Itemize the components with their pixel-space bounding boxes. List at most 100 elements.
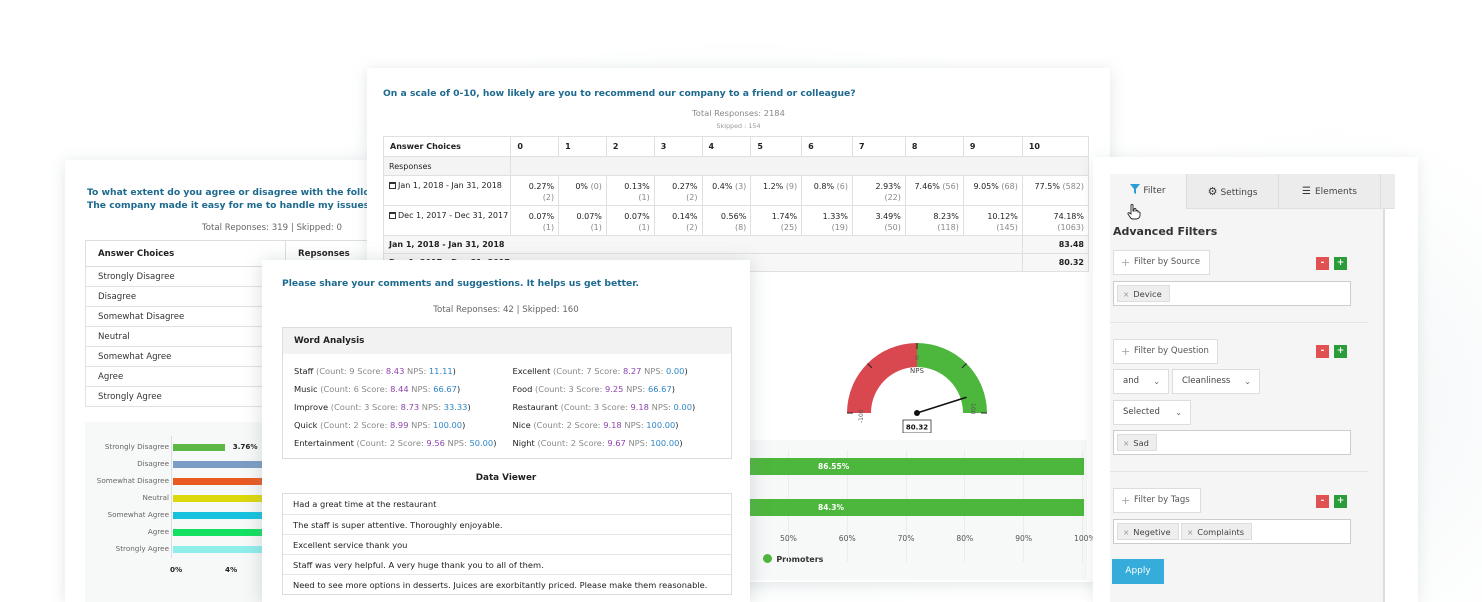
remove-filter-button[interactable]: -: [1316, 257, 1329, 270]
response-cell: 0.14% (2): [653, 205, 703, 236]
response-cell: 77.5% (582): [1021, 175, 1090, 206]
source-tag-input[interactable]: × Device: [1113, 281, 1351, 306]
filter-by-source-button[interactable]: + Filter by Source: [1113, 250, 1210, 275]
response-cell: 0.07% (1): [510, 205, 560, 236]
tag-sad[interactable]: × Sad: [1117, 434, 1157, 451]
question-tag-input[interactable]: × Sad: [1113, 430, 1351, 455]
tag-negative[interactable]: × Negetive: [1117, 523, 1179, 540]
apply-button[interactable]: Apply: [1112, 559, 1164, 584]
bar-category-label: Disagree: [137, 459, 169, 468]
nps-response-table: Answer Choices 0 1 2 3 4 5 6 7 8 9 10 Responses Jan…: [382, 136, 1090, 272]
percent: 0.56%: [720, 212, 747, 221]
response-cell: 1.2% (9): [750, 175, 803, 206]
bar: [173, 444, 225, 451]
col-score-10: 10: [1021, 136, 1090, 157]
divider: [1110, 322, 1368, 323]
word-item[interactable]: Nice (Count: 2 Score: 9.18 NPS: 100.00): [513, 416, 732, 434]
comment-item[interactable]: Excellent service thank you: [283, 534, 731, 554]
comment-item[interactable]: Need to see more options in desserts. Ju…: [283, 574, 731, 594]
divider: [1110, 471, 1368, 472]
conjunction-select[interactable]: and ⌄: [1113, 369, 1169, 394]
percent: 0.07%: [576, 212, 602, 221]
remove-tag-icon[interactable]: ×: [1123, 290, 1129, 299]
word-nps: 0.00: [665, 366, 685, 376]
add-filter-button[interactable]: +: [1334, 495, 1347, 508]
percent: 0%: [575, 182, 589, 191]
response-cell: 0.4% (3): [701, 175, 752, 206]
word-score: 9.18: [603, 420, 622, 430]
percent: 9.05%: [973, 182, 999, 191]
col-score-7: 7: [852, 136, 906, 157]
x-tick-label: 0%: [170, 565, 183, 574]
percent: 7.46%: [914, 182, 940, 191]
col-score-6: 6: [801, 136, 853, 157]
question-select[interactable]: Cleanliness ⌄: [1172, 369, 1260, 394]
tag-complaints[interactable]: × Complaints: [1181, 523, 1253, 540]
response-cell: 1.74% (25): [750, 205, 803, 236]
remove-filter-button[interactable]: -: [1316, 345, 1329, 358]
tags-tag-input[interactable]: × Negetive × Complaints: [1113, 519, 1351, 544]
remove-tag-icon[interactable]: ×: [1123, 528, 1129, 537]
word-analysis-title: Word Analysis: [283, 328, 731, 354]
word-item[interactable]: Night (Count: 2 Score: 9.67 NPS: 100.00): [513, 434, 732, 452]
word-item[interactable]: Food (Count: 3 Score: 9.25 NPS: 66.67): [513, 380, 732, 398]
remove-tag-icon[interactable]: ×: [1187, 528, 1193, 537]
filter-by-question-button[interactable]: + Filter by Question: [1113, 339, 1218, 364]
word-item[interactable]: Staff (Count: 9 Score: 8.43 NPS: 11.11): [294, 362, 513, 380]
tab-elements[interactable]: ☰ Elements: [1279, 174, 1381, 209]
choice-label: Somewhat Agree: [85, 346, 286, 367]
tag-device[interactable]: × Device: [1117, 285, 1170, 302]
date-range-text: Dec 1, 2017 - Dec 31, 2017: [398, 211, 509, 220]
count: (6): [836, 182, 848, 191]
calendar-icon: [389, 182, 396, 189]
word-item[interactable]: Improve (Count: 3 Score: 8.73 NPS: 33.33…: [294, 398, 513, 416]
word-nps: 33.33: [443, 402, 468, 412]
list-icon: ☰: [1302, 186, 1311, 197]
responses-label: Responses: [382, 156, 512, 176]
chevron-down-icon: ⌄: [1244, 377, 1251, 386]
tab-settings[interactable]: ⚙ Settings: [1187, 174, 1279, 209]
percent: 8.23%: [933, 212, 959, 221]
word-item[interactable]: Quick (Count: 2 Score: 8.99 NPS: 100.00): [294, 416, 513, 434]
x-tick-label: 90%: [1015, 534, 1033, 543]
col-score-9: 9: [962, 136, 1023, 157]
word-item[interactable]: Entertainment (Count: 2 Score: 9.56 NPS:…: [294, 434, 513, 452]
comment-item[interactable]: Staff was very helpful. A very huge than…: [283, 554, 731, 574]
remove-tag-icon[interactable]: ×: [1123, 439, 1129, 448]
chevron-down-icon: ⌄: [1153, 377, 1160, 386]
tag-label: Negetive: [1133, 527, 1171, 537]
nps-score: 83.48: [1021, 235, 1090, 254]
tab-label: Settings: [1220, 188, 1258, 198]
x-tick-label: 70%: [897, 534, 915, 543]
word-item[interactable]: Restaurant (Count: 3 Score: 9.18 NPS: 0.…: [513, 398, 732, 416]
percent: 10.12%: [987, 212, 1018, 221]
nps-gauge: 0 NPS -100 100 80.32: [847, 343, 987, 433]
add-filter-button[interactable]: +: [1334, 345, 1347, 358]
word-nps: 100.00: [650, 438, 680, 448]
word-item[interactable]: Music (Count: 6 Score: 8.44 NPS: 66.67): [294, 380, 513, 398]
word-score: 9.67: [607, 438, 626, 448]
count: (68): [1001, 182, 1018, 191]
choice-label: Agree: [85, 366, 286, 387]
condition-select[interactable]: Selected ⌄: [1113, 400, 1191, 425]
tab-filter[interactable]: Filter: [1110, 174, 1187, 210]
comment-item[interactable]: The staff is super attentive. Thoroughly…: [283, 514, 731, 534]
word-item[interactable]: Excellent (Count: 7 Score: 8.27 NPS: 0.0…: [513, 362, 732, 380]
percent: 0.13%: [624, 182, 650, 191]
gauge-needle: [916, 396, 967, 414]
count: (22): [884, 193, 901, 202]
gauge-label-min: -100: [858, 409, 865, 423]
count: (0): [590, 182, 602, 191]
add-filter-button[interactable]: +: [1334, 257, 1347, 270]
comment-item[interactable]: Had a great time at the restaurant: [283, 494, 731, 514]
response-cell: 0.27% (2): [510, 175, 560, 206]
word-column: Excellent (Count: 7 Score: 8.27 NPS: 0.0…: [513, 362, 732, 452]
nps-score: 80.32: [1021, 253, 1090, 272]
bar-category-label: Agree: [147, 527, 169, 536]
choice-label: Disagree: [85, 286, 286, 307]
count: (3): [734, 182, 747, 191]
gauge-title: NPS: [910, 367, 924, 375]
filter-by-tags-button[interactable]: + Filter by Tags: [1113, 488, 1201, 513]
word-nps: 0.00: [673, 402, 692, 412]
remove-filter-button[interactable]: -: [1316, 495, 1329, 508]
